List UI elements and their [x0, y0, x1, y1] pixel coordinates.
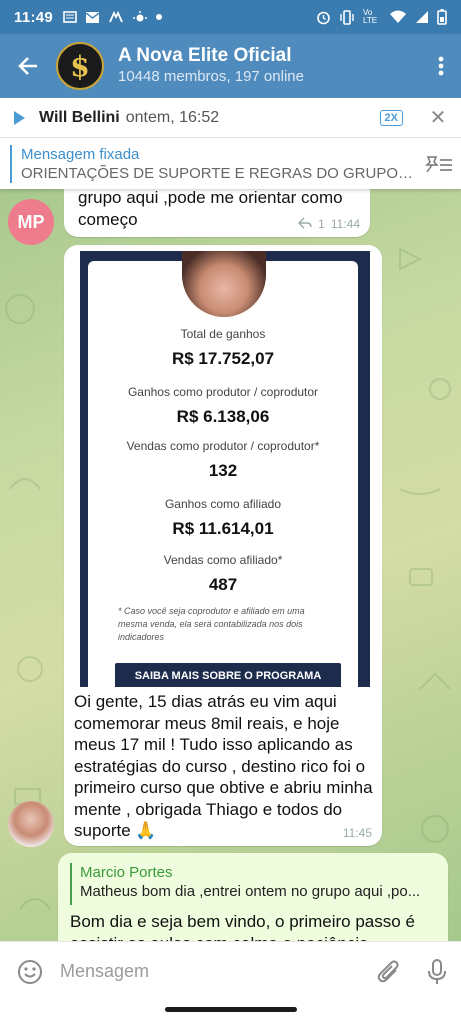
paperclip-icon: [377, 959, 399, 982]
news-icon: [63, 11, 77, 23]
reply-author: Marcio Portes: [80, 864, 173, 881]
pin-list-icon: [425, 156, 452, 173]
chat-header: $ A Nova Elite Oficial 10448 membros, 19…: [0, 34, 461, 98]
sales-producer-value: 132: [208, 461, 238, 480]
clock: 11:49: [14, 8, 54, 26]
reply-count: 1: [318, 217, 325, 231]
playback-speed-button[interactable]: 2X: [379, 109, 403, 126]
status-bar: 11:49 Vo LTE: [0, 0, 461, 34]
menu-button[interactable]: [421, 34, 461, 98]
close-icon[interactable]: ✕: [423, 105, 453, 130]
pinned-list-button[interactable]: [417, 154, 461, 174]
pinned-indicator: [10, 145, 12, 183]
voice-time: ontem, 16:52: [125, 108, 220, 126]
more-vertical-icon: [438, 56, 444, 76]
sales-producer-label: Vendas como produtor / coprodutor*: [126, 439, 320, 453]
sales-affiliate-value: 487: [208, 575, 238, 594]
hands-icon: [109, 10, 123, 23]
screenshot-footnote: * Caso você seja coprodutor e afiliado e…: [118, 606, 305, 642]
sales-affiliate-label: Vendas como afiliado*: [163, 553, 283, 567]
voice-record-button[interactable]: [413, 958, 461, 986]
play-icon[interactable]: [14, 110, 25, 125]
pinned-text: ORIENTAÇÕES DE SUPORTE E REGRAS DO GRUPO…: [21, 165, 417, 182]
producer-earnings: Ganhos como produtor / coprodutor R$ 6.1…: [70, 385, 376, 427]
chat-subtitle: 10448 membros, 197 online: [118, 68, 304, 85]
message-bubble[interactable]: grupo aqui ,pode me orientar como começo…: [64, 189, 370, 237]
avatar[interactable]: MP: [8, 199, 54, 245]
microphone-icon: [428, 958, 446, 984]
attach-button[interactable]: [365, 959, 413, 985]
total-label: Total de ganhos: [180, 327, 266, 341]
battery-icon: [437, 9, 447, 25]
notification-icons: [63, 10, 163, 24]
voice-author: Will Bellini: [39, 108, 120, 126]
pinned-content: Mensagem fixada ORIENTAÇÕES DE SUPORTE E…: [21, 145, 417, 183]
producer-value: R$ 6.138,06: [176, 407, 270, 426]
chat-title: A Nova Elite Oficial: [118, 45, 292, 66]
pinned-message-bar[interactable]: Mensagem fixada ORIENTAÇÕES DE SUPORTE E…: [0, 139, 461, 189]
affiliate-label: Ganhos como afiliado: [164, 497, 282, 511]
program-cta-button: SAIBA MAIS SOBRE O PROGRAMA: [115, 663, 341, 687]
system-icons: Vo LTE: [316, 9, 447, 25]
volte-icon: Vo LTE: [363, 8, 378, 25]
voice-player-bar[interactable]: Will Bellini ontem, 16:52 2X ✕: [0, 98, 461, 138]
chat-info[interactable]: A Nova Elite Oficial 10448 membros, 197 …: [118, 45, 421, 87]
message-time: 11:44: [330, 217, 360, 231]
system-nav-bar: [0, 1001, 461, 1024]
message-text: Bom dia e seja bem vindo, o primeiro pas…: [70, 912, 415, 941]
quoted-reply[interactable]: Marcio Portes Matheus bom dia ,entrei on…: [70, 863, 438, 905]
emoji-button[interactable]: [0, 959, 60, 985]
total-earnings: Total de ganhos R$ 17.752,07: [70, 327, 376, 369]
back-button[interactable]: [0, 34, 56, 98]
sun-icon: [133, 11, 148, 22]
total-value: R$ 17.752,07: [171, 349, 275, 368]
pinned-title: Mensagem fixada: [21, 146, 140, 163]
affiliate-value: R$ 11.614,01: [172, 519, 274, 538]
message-time: 11:45: [342, 826, 372, 840]
producer-label: Ganhos como produtor / coprodutor: [127, 385, 319, 399]
home-gesture-bar[interactable]: [165, 1007, 297, 1012]
vibrate-icon: [340, 9, 354, 25]
producer-sales: Vendas como produtor / coprodutor* 132: [70, 439, 376, 481]
affiliate-sales: Vendas como afiliado* 487: [70, 553, 376, 595]
wifi-icon: [390, 10, 406, 23]
affiliate-earnings: Ganhos como afiliado R$ 11.614,01: [70, 497, 376, 539]
earnings-screenshot[interactable]: Total de ganhos R$ 17.752,07 Ganhos como…: [70, 251, 376, 687]
group-avatar[interactable]: $: [56, 42, 104, 90]
chat-area[interactable]: MP grupo aqui ,pode me orientar como com…: [0, 189, 461, 941]
message-composer: [0, 941, 461, 1001]
message-meta: 1 11:44: [298, 217, 360, 231]
alarm-icon: [317, 11, 330, 24]
dot-icon: [156, 14, 163, 20]
message-bubble-with-image[interactable]: Total de ganhos R$ 17.752,07 Ganhos como…: [64, 245, 382, 846]
back-arrow-icon: [18, 57, 37, 75]
avatar[interactable]: [8, 801, 54, 847]
emoji-icon: [18, 959, 42, 984]
message-input[interactable]: [60, 961, 365, 982]
reply-icon: [298, 217, 312, 229]
mail-icon: [85, 11, 100, 23]
message-text: Oi gente, 15 dias atrás eu vim aqui come…: [74, 692, 373, 840]
reply-text: Matheus bom dia ,entrei ontem no grupo a…: [80, 883, 421, 900]
outgoing-message-bubble[interactable]: Marcio Portes Matheus bom dia ,entrei on…: [58, 853, 448, 941]
signal-icon: [416, 11, 428, 23]
